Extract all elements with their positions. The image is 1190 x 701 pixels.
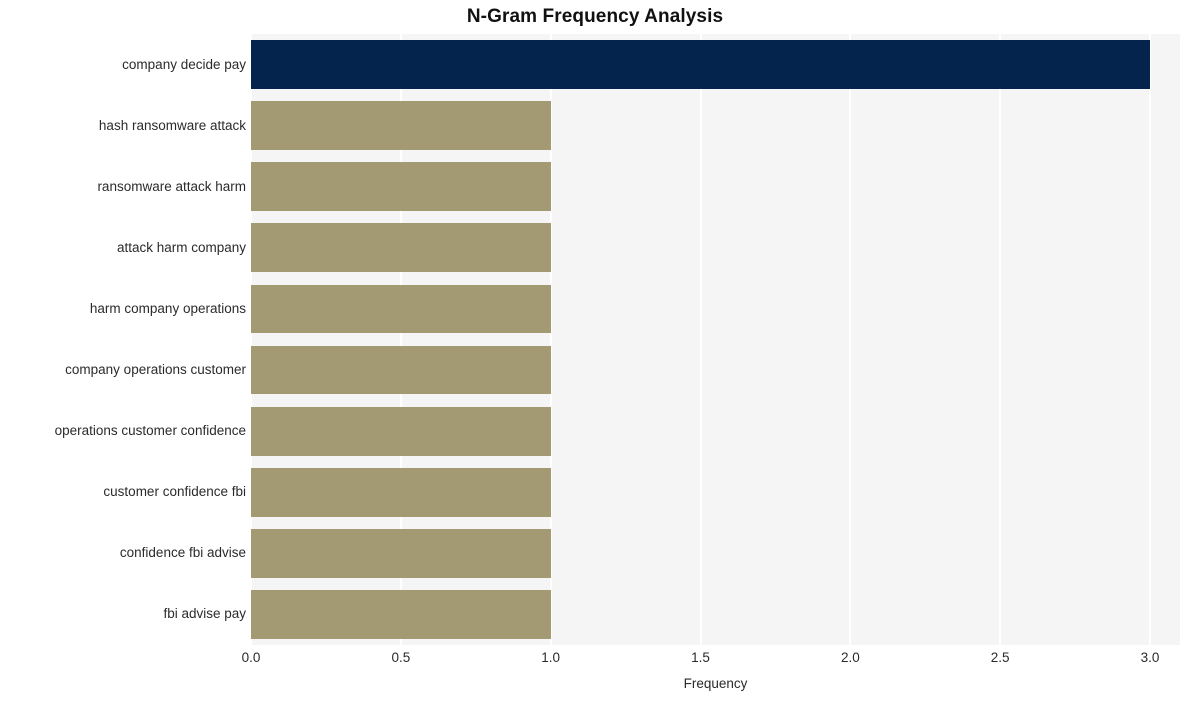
y-tick-label: attack harm company [116,239,246,255]
bar-harm-company-operations[interactable] [251,284,551,334]
bar-company-operations-customer[interactable] [251,345,551,395]
bar-company-decide-pay[interactable] [251,40,1151,89]
x-tick-label: 3.0 [1140,650,1160,665]
plot-area [251,34,1180,645]
y-tick-label: customer confidence fbi [103,484,246,500]
x-axis-title: Frequency [683,676,748,691]
bar-fbi-advise-pay[interactable] [251,590,551,639]
y-tick-label: company operations customer [65,362,246,378]
bar-ransomware-attack-harm[interactable] [251,162,551,212]
x-tick-label: 1.0 [541,650,561,665]
y-tick-label: ransomware attack harm [97,178,246,194]
chart-figure: N-Gram Frequency Analysis company decide… [0,0,1190,701]
bar-hash-ransomware-attack[interactable] [251,101,551,151]
x-tick-label: 0.5 [391,650,411,665]
bar-confidence-fbi-advise[interactable] [251,528,551,578]
bar-customer-confidence-fbi[interactable] [251,467,551,517]
chart-title: N-Gram Frequency Analysis [466,6,724,27]
bar-operations-customer-confidence[interactable] [251,406,551,456]
x-tick-label: 0.0 [241,650,261,665]
y-tick-label: fbi advise pay [163,606,246,622]
bar-series [251,34,1180,645]
y-tick-label: hash ransomware attack [98,117,246,133]
y-axis-tick-labels: company decide pay hash ransomware attack… [0,34,246,645]
y-tick-label: harm company operations [89,300,246,316]
x-tick-label: 2.0 [840,650,860,665]
y-tick-label: confidence fbi advise [119,545,246,561]
x-axis-tick-labels: 0.0 0.5 1.0 1.5 2.0 2.5 3.0 [0,651,1190,673]
x-tick-label: 2.5 [990,650,1010,665]
y-tick-label: company decide pay [122,56,246,72]
y-tick-label: operations customer confidence [54,423,246,439]
bar-attack-harm-company[interactable] [251,223,551,273]
x-tick-label: 1.5 [691,650,710,665]
